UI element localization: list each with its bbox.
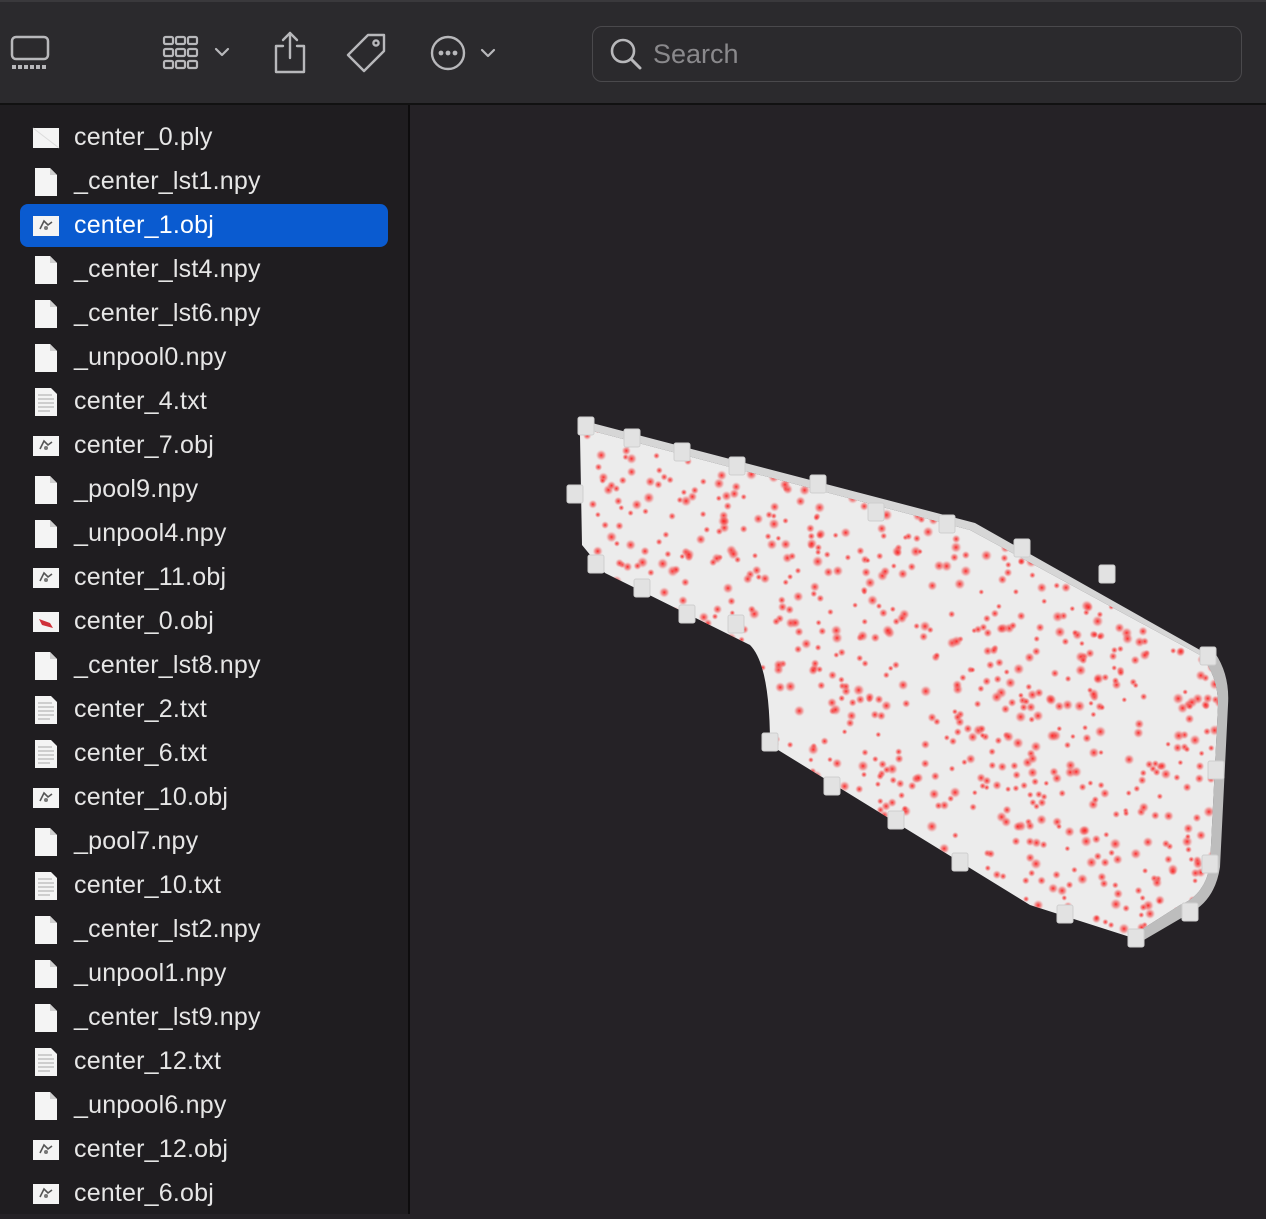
file-name: _center_lst9.npy: [74, 1003, 261, 1031]
file-row[interactable]: center_0.obj: [20, 600, 388, 643]
more-actions-icon: [430, 33, 502, 73]
file-name: center_0.ply: [74, 123, 213, 151]
file-list[interactable]: center_0.ply _center_lst1.npy center_1.obj…: [0, 105, 408, 1214]
3d-mesh-preview[interactable]: [410, 105, 1266, 1214]
file-row[interactable]: _center_lst1.npy: [20, 160, 388, 203]
obj-file-icon: [32, 1178, 60, 1210]
obj-file-icon: [32, 782, 60, 814]
search-field[interactable]: [592, 26, 1242, 82]
group-by-icon: [162, 33, 234, 73]
file-row[interactable]: center_12.obj: [20, 1128, 388, 1171]
document-icon: [32, 342, 60, 374]
obj-file-icon: [32, 562, 60, 594]
file-name: center_0.obj: [74, 607, 214, 635]
document-icon: [32, 254, 60, 286]
file-name: center_6.obj: [74, 1179, 214, 1207]
file-name: center_2.txt: [74, 695, 208, 723]
text-file-icon: [32, 386, 60, 418]
text-file-icon: [32, 1046, 60, 1078]
text-file-icon: [32, 870, 60, 902]
file-row[interactable]: _pool9.npy: [20, 468, 388, 511]
document-icon: [32, 826, 60, 858]
file-row[interactable]: _unpool6.npy: [20, 1084, 388, 1127]
file-row[interactable]: center_12.txt: [20, 1040, 388, 1083]
file-name: center_7.obj: [74, 431, 214, 459]
group-by-button[interactable]: [162, 30, 234, 76]
obj-file-icon: [32, 430, 60, 462]
file-name: _center_lst6.npy: [74, 299, 261, 327]
file-row[interactable]: center_6.obj: [20, 1172, 388, 1214]
file-row[interactable]: _center_lst8.npy: [20, 644, 388, 687]
file-name: center_4.txt: [74, 387, 208, 415]
file-row[interactable]: _center_lst6.npy: [20, 292, 388, 335]
document-icon: [32, 958, 60, 990]
file-row[interactable]: _unpool4.npy: [20, 512, 388, 555]
file-name: center_6.txt: [74, 739, 208, 767]
share-icon: [272, 30, 308, 76]
file-name: _unpool4.npy: [74, 519, 227, 547]
file-row[interactable]: _center_lst2.npy: [20, 908, 388, 951]
file-row[interactable]: center_10.txt: [20, 864, 388, 907]
file-name: center_10.txt: [74, 871, 222, 899]
file-row[interactable]: _center_lst4.npy: [20, 248, 388, 291]
document-icon: [32, 1002, 60, 1034]
document-icon: [32, 518, 60, 550]
document-icon: [32, 474, 60, 506]
document-icon: [32, 298, 60, 330]
toolbar: [0, 0, 1266, 104]
ply-file-icon: [32, 122, 60, 154]
search-icon: [609, 37, 643, 71]
document-icon: [32, 1090, 60, 1122]
obj-file-icon: [32, 210, 60, 242]
file-row[interactable]: _center_lst9.npy: [20, 996, 388, 1039]
file-row[interactable]: _pool7.npy: [20, 820, 388, 863]
file-row[interactable]: center_11.obj: [20, 556, 388, 599]
mesh-body: [566, 416, 1229, 948]
obj-file-icon: [32, 1134, 60, 1166]
file-row[interactable]: center_4.txt: [20, 380, 388, 423]
file-name: _pool7.npy: [74, 827, 199, 855]
text-file-icon: [32, 738, 60, 770]
file-row[interactable]: center_1.obj: [20, 204, 388, 247]
file-name: _unpool1.npy: [74, 959, 227, 987]
file-row[interactable]: _unpool1.npy: [20, 952, 388, 995]
file-row[interactable]: _unpool0.npy: [20, 336, 388, 379]
preview-pane: [410, 105, 1266, 1214]
share-button[interactable]: [272, 30, 308, 76]
document-icon: [32, 914, 60, 946]
document-icon: [32, 166, 60, 198]
file-name: _unpool0.npy: [74, 343, 227, 371]
file-row[interactable]: center_0.ply: [20, 116, 388, 159]
file-name: _center_lst2.npy: [74, 915, 261, 943]
file-name: _center_lst4.npy: [74, 255, 261, 283]
tag-icon: [344, 31, 388, 75]
file-row[interactable]: center_10.obj: [20, 776, 388, 819]
file-name: center_12.txt: [74, 1047, 222, 1075]
view-mode-icon: [10, 35, 50, 71]
file-name: center_12.obj: [74, 1135, 229, 1163]
document-icon: [32, 650, 60, 682]
file-name: center_11.obj: [74, 563, 227, 591]
file-row[interactable]: center_6.txt: [20, 732, 388, 775]
file-row[interactable]: center_2.txt: [20, 688, 388, 731]
search-input[interactable]: [651, 37, 1215, 71]
file-name: _pool9.npy: [74, 475, 199, 503]
file-name: center_10.obj: [74, 783, 229, 811]
file-name: _unpool6.npy: [74, 1091, 227, 1119]
more-actions-button[interactable]: [430, 30, 502, 76]
text-file-icon: [32, 694, 60, 726]
file-name: center_1.obj: [74, 211, 214, 239]
view-mode-button[interactable]: [10, 30, 50, 76]
file-name: _center_lst8.npy: [74, 651, 261, 679]
obj-file-red-icon: [32, 606, 60, 638]
file-name: _center_lst1.npy: [74, 167, 261, 195]
tag-button[interactable]: [344, 30, 388, 76]
file-row[interactable]: center_7.obj: [20, 424, 388, 467]
